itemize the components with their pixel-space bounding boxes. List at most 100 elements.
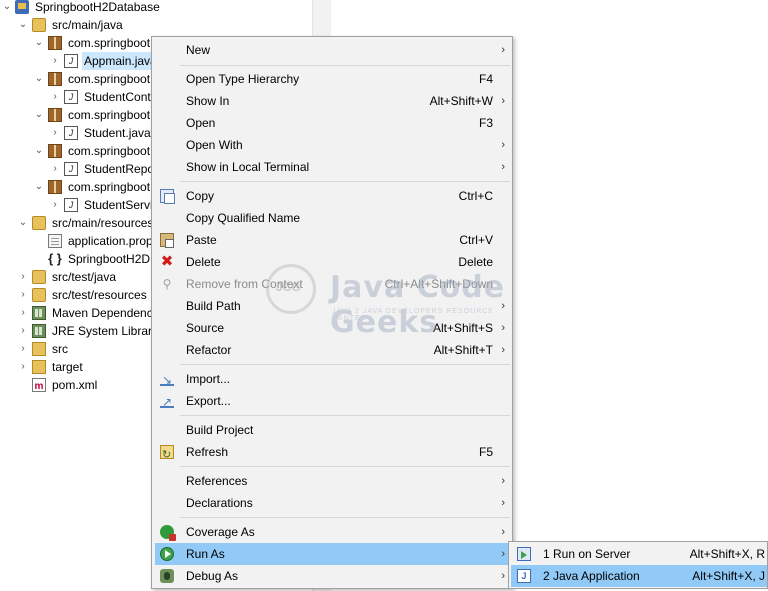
import-icon [160,369,174,391]
menu-item-references[interactable]: References › [155,470,509,492]
chevron-right-icon[interactable]: › [17,340,29,358]
chevron-right-icon[interactable]: › [17,322,29,340]
menu-item-build-path[interactable]: Build Path › [155,295,509,317]
menu-item-export[interactable]: Export... [155,390,509,413]
menu-item-label: Coverage As [186,525,255,539]
java-file-icon: J [64,198,78,212]
tree-item-label: com.springboot [68,36,151,50]
chevron-right-icon: › [501,44,505,56]
tree-item-label: src [52,342,68,356]
menu-item-show-in-local-terminal[interactable]: Show in Local Terminal › [155,156,509,178]
remove-from-context-icon: ⚲ [162,277,172,291]
menu-item-refresh[interactable]: Refresh F5 [155,441,509,466]
menu-item-source[interactable]: Source Alt+Shift+S › [155,317,509,339]
tree-item-label: StudentCont [84,90,151,104]
menu-item-refactor[interactable]: Refactor Alt+Shift+T › [155,339,509,361]
menu-item-shortcut: F3 [478,116,493,130]
tree-item-label: com.springboot [68,144,151,158]
package-icon [48,36,62,50]
tree-item-label: StudentRepo [84,162,155,176]
menu-item-new[interactable]: New › [155,39,509,61]
menu-item-label: Refresh [186,445,229,459]
chevron-down-icon[interactable]: ⌄ [1,0,13,16]
menu-item-copy-qualified-name[interactable]: Copy Qualified Name [155,207,509,229]
chevron-right-icon: › [501,344,505,356]
chevron-right-icon: › [501,139,505,151]
tree-item-label: target [52,360,83,374]
chevron-right-icon[interactable]: › [17,286,29,304]
submenu-item-run-on-server[interactable]: 1 Run on Server Alt+Shift+X, R [511,543,767,565]
menu-item-shortcut: Alt+Shift+T [433,343,493,357]
tree-item-label: src/main/resources [52,216,154,230]
menu-item-run-as[interactable]: Run As › [155,543,509,565]
menu-separator [180,415,510,416]
run-icon [160,547,174,561]
library-icon [32,306,46,320]
chevron-down-icon[interactable]: ⌄ [33,106,45,124]
tree-item-label: application.prop [68,234,153,248]
xml-file-icon [32,378,46,396]
menu-item-import[interactable]: Import... [155,368,509,391]
chevron-right-icon[interactable]: › [49,196,61,214]
chevron-right-icon[interactable]: › [49,88,61,106]
menu-item-label: Import... [186,372,231,386]
menu-separator [180,466,510,467]
chevron-down-icon[interactable]: ⌄ [33,178,45,196]
paste-icon [160,233,174,248]
tree-item-label: SpringbootH2D [68,252,151,266]
menu-item-delete[interactable]: ✖ Delete Delete [155,251,509,273]
delete-icon: ✖ [160,253,174,270]
source-folder-icon [32,216,46,230]
menu-item-copy[interactable]: Copy Ctrl+C [155,185,509,207]
menu-item-label: Export... [186,394,231,408]
folder-icon [32,342,46,356]
chevron-right-icon[interactable]: › [17,358,29,376]
chevron-right-icon[interactable]: › [49,52,61,70]
menu-item-shortcut: Ctrl+V [459,233,493,247]
coverage-icon [160,525,176,541]
chevron-down-icon[interactable]: ⌄ [33,34,45,52]
tree-item-label: src/test/resources [52,288,147,302]
chevron-down-icon[interactable]: ⌄ [33,142,45,160]
properties-file-icon [48,234,62,248]
chevron-down-icon[interactable]: ⌄ [33,70,45,88]
tree-item-label: src/main/java [52,18,123,32]
menu-item-coverage-as[interactable]: Coverage As › [155,521,509,543]
chevron-right-icon[interactable]: › [17,304,29,322]
chevron-right-icon[interactable]: › [49,124,61,142]
source-folder-icon [32,288,46,302]
menu-item-label: Declarations [186,496,253,510]
menu-item-shortcut: Ctrl+Alt+Shift+Down [384,277,493,291]
menu-item-build-project[interactable]: Build Project [155,419,509,441]
menu-item-label: Open [186,116,216,130]
chevron-right-icon[interactable]: › [49,160,61,178]
menu-item-open-type-hierarchy[interactable]: Open Type Hierarchy F4 [155,68,509,90]
package-icon [48,108,62,122]
menu-item-label: Remove from Context [186,277,303,291]
chevron-right-icon: › [501,548,505,560]
java-application-icon: J [517,569,531,583]
debug-icon [160,569,174,583]
package-icon [48,180,62,194]
menu-item-open-with[interactable]: Open With › [155,134,509,156]
submenu-item-java-application[interactable]: J 2 Java Application Alt+Shift+X, J [511,565,767,587]
package-icon [48,72,62,86]
menu-item-declarations[interactable]: Declarations › [155,492,509,514]
menu-item-paste[interactable]: Paste Ctrl+V [155,229,509,251]
menu-item-label: Delete [186,255,221,269]
menu-item-label: Copy Qualified Name [186,211,301,225]
context-menu: New › Open Type Hierarchy F4 Show In Alt… [151,36,513,589]
tree-item-label: com.springboot [68,72,151,86]
menu-item-debug-as[interactable]: Debug As › [155,565,509,587]
chevron-down-icon[interactable]: ⌄ [17,16,29,34]
run-on-server-icon [517,547,531,561]
menu-item-open[interactable]: Open F3 [155,112,509,134]
menu-separator [180,364,510,365]
menu-item-remove-from-context[interactable]: ⚲ Remove from Context Ctrl+Alt+Shift+Dow… [155,273,509,295]
tree-item-label: Appmain.java [82,52,159,70]
menu-item-shortcut: Alt+Shift+W [429,94,493,108]
chevron-down-icon[interactable]: ⌄ [17,214,29,232]
tree-item-label: com.springboot [68,180,151,194]
menu-item-show-in[interactable]: Show In Alt+Shift+W › [155,90,509,112]
chevron-right-icon[interactable]: › [17,268,29,286]
